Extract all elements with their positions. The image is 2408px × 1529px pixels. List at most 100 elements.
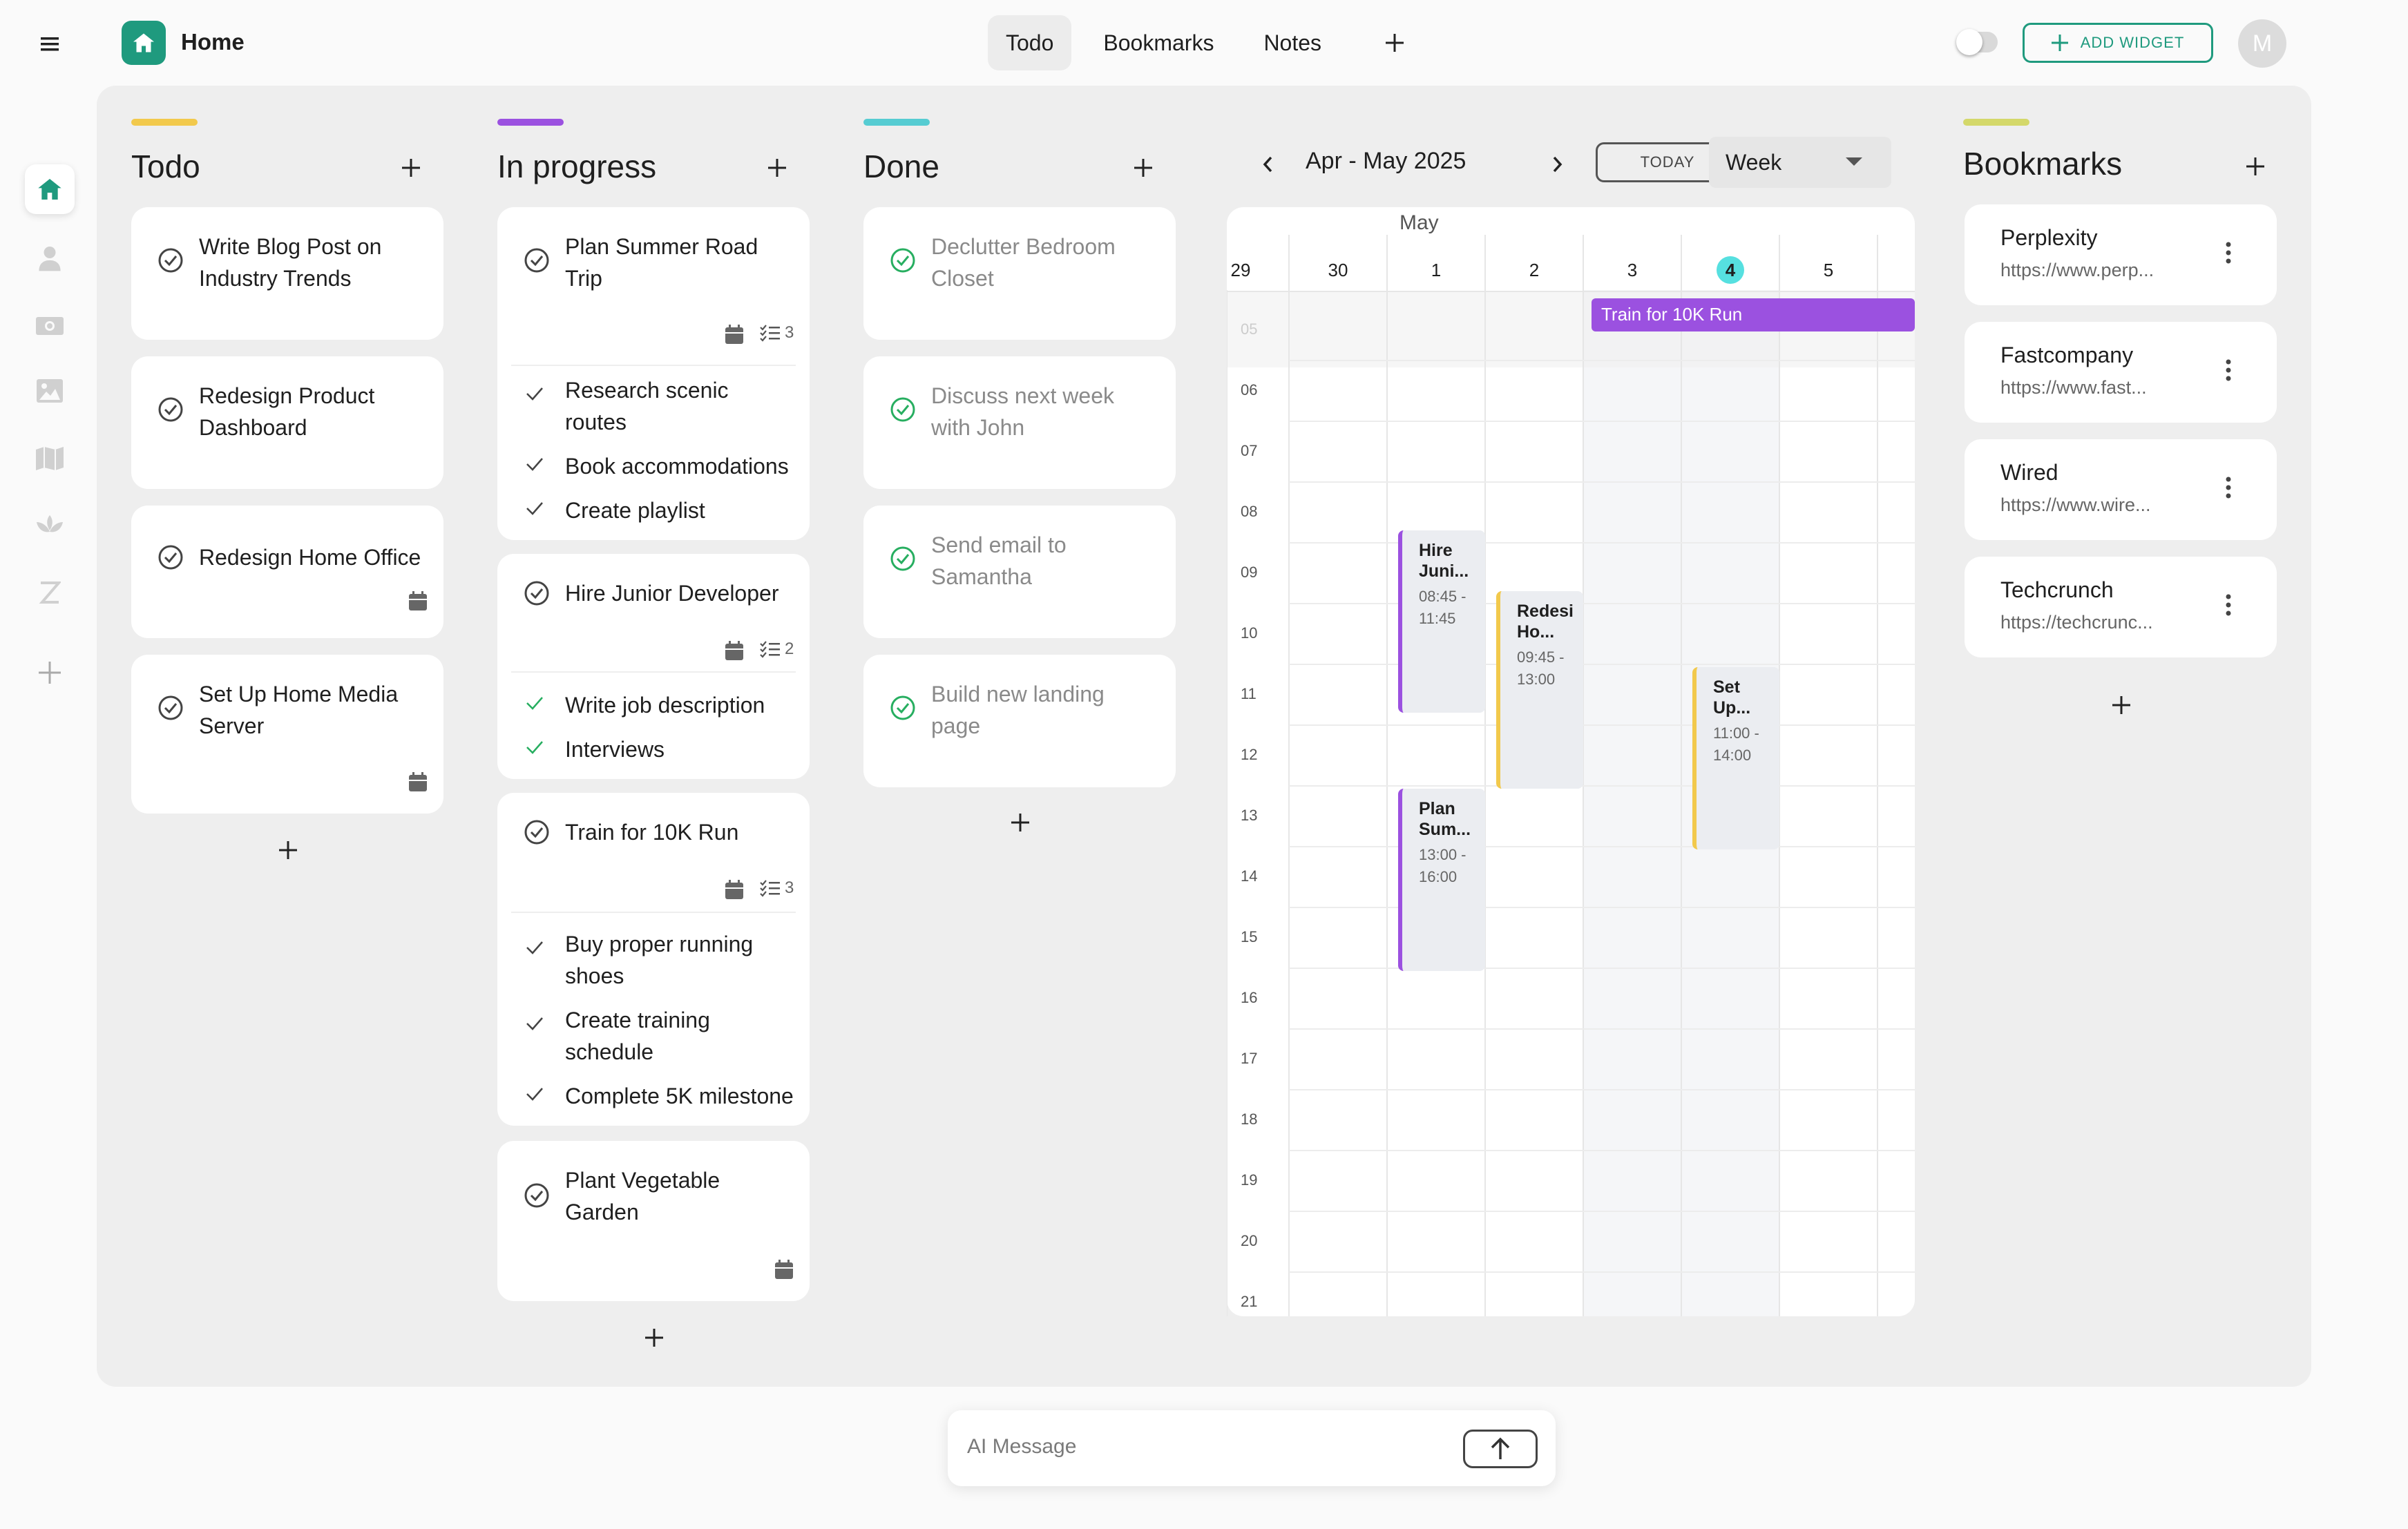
calendar-event[interactable]: Hire Juni... 08:45 - 11:45	[1398, 530, 1485, 713]
todo-add-button[interactable]	[394, 151, 428, 185]
done-card[interactable]: Discuss next week with John	[863, 356, 1176, 489]
plus-icon	[402, 159, 420, 177]
bookmark-url[interactable]: https://techcrunc...	[2000, 612, 2153, 633]
in-progress-card[interactable]: Train for 10K Run 3 Buy proper running sh…	[497, 793, 810, 1126]
sidebar-item-finance[interactable]	[25, 301, 75, 351]
bookmark-url[interactable]: https://www.fast...	[2000, 377, 2147, 398]
calendar-day-number[interactable]: 5	[1779, 260, 1877, 281]
calendar-day-number[interactable]: 2	[1485, 260, 1583, 281]
check-circle-done-icon[interactable]	[890, 546, 916, 572]
bookmarks-add-item-button[interactable]	[2104, 688, 2139, 722]
calendar-event[interactable]: Redesi Ho... 09:45 - 13:00	[1496, 591, 1583, 789]
month-label: May	[1399, 211, 1439, 234]
event-title-line: Juni...	[1419, 561, 1469, 581]
subtask-item[interactable]: Create playlist	[525, 494, 705, 526]
more-vertical-icon[interactable]	[2224, 474, 2233, 501]
sidebar-item-images[interactable]	[25, 366, 75, 416]
sidebar-item-map[interactable]	[25, 434, 75, 483]
more-vertical-icon[interactable]	[2224, 591, 2233, 619]
todo-card[interactable]: Redesign Product Dashboard	[131, 356, 443, 489]
bookmark-url[interactable]: https://www.wire...	[2000, 494, 2151, 516]
sidebar-item-wellness[interactable]	[25, 500, 75, 550]
card-title: Plant Vegetable Garden	[565, 1168, 720, 1224]
bookmark-item[interactable]: Techcrunch https://techcrunc...	[1965, 557, 2277, 657]
view-select[interactable]: Week	[1709, 137, 1891, 188]
bookmark-item[interactable]: Fastcompany https://www.fast...	[1965, 322, 2277, 423]
check-circle-icon[interactable]	[524, 247, 550, 273]
calendar-day-number[interactable]: 29	[1192, 260, 1290, 281]
check-circle-icon[interactable]	[524, 819, 550, 845]
subtask-item[interactable]: Buy proper running shoes	[525, 928, 753, 992]
caret-down-icon	[1846, 157, 1862, 166]
tab-bookmarks[interactable]: Bookmarks	[1085, 15, 1232, 70]
more-vertical-icon[interactable]	[2224, 239, 2233, 267]
todo-card[interactable]: Redesign Home Office	[131, 506, 443, 638]
add-widget-button[interactable]: ADD WIDGET	[2023, 23, 2213, 63]
bookmark-item[interactable]: Wired https://www.wire...	[1965, 439, 2277, 540]
plus-icon	[1134, 159, 1152, 177]
done-card[interactable]: Send email to Samantha	[863, 506, 1176, 638]
calendar-prev-button[interactable]	[1261, 149, 1282, 177]
bookmark-item[interactable]: Perplexity https://www.perp...	[1965, 204, 2277, 305]
check-circle-icon[interactable]	[157, 695, 184, 721]
more-vertical-icon[interactable]	[2224, 356, 2233, 384]
done-card[interactable]: Declutter Bedroom Closet	[863, 207, 1176, 340]
check-circle-done-icon[interactable]	[890, 247, 916, 273]
subtask-item[interactable]: Write job description	[525, 689, 765, 721]
ai-message-input[interactable]: AI Message	[967, 1435, 1076, 1459]
theme-toggle[interactable]	[1956, 29, 1998, 55]
sidebar-item-home[interactable]	[25, 164, 75, 214]
send-button[interactable]	[1463, 1430, 1538, 1468]
done-card[interactable]: Build new landing page	[863, 655, 1176, 787]
check-circle-icon[interactable]	[524, 1182, 550, 1209]
tab-todo[interactable]: Todo	[988, 15, 1072, 70]
event-title-line: Hire	[1419, 541, 1453, 560]
calendar-next-button[interactable]	[1551, 149, 1572, 177]
calendar-day-number[interactable]: 4	[1681, 256, 1779, 284]
lotus-icon	[37, 515, 63, 532]
check-circle-done-icon[interactable]	[890, 695, 916, 721]
all-day-event[interactable]: Train for 10K Run	[1592, 298, 1915, 331]
done-add-button[interactable]	[1126, 151, 1160, 185]
check-circle-icon[interactable]	[524, 580, 550, 606]
in-progress-add-button[interactable]	[760, 151, 794, 185]
calendar-event[interactable]: Set Up... 11:00 - 14:00	[1692, 667, 1779, 849]
in-progress-card[interactable]: Plant Vegetable Garden	[497, 1141, 810, 1301]
check-circle-done-icon[interactable]	[890, 396, 916, 423]
event-time: 09:45 - 13:00	[1517, 646, 1583, 691]
app-logo[interactable]	[122, 21, 166, 65]
avatar[interactable]: M	[2238, 19, 2286, 68]
sidebar-add-button[interactable]	[25, 648, 75, 698]
in-progress-add-card-button[interactable]	[637, 1320, 671, 1355]
bookmark-url[interactable]: https://www.perp...	[2000, 260, 2154, 281]
in-progress-card[interactable]: Plan Summer Road Trip 3 Research scenic ro…	[497, 207, 810, 540]
todo-card[interactable]: Set Up Home Media Server	[131, 655, 443, 814]
calendar-day-number[interactable]: 30	[1289, 260, 1387, 281]
subtask-item[interactable]: Book accommodations	[525, 450, 789, 482]
bookmark-name: Wired	[2000, 460, 2058, 485]
event-time-line: 09:45 -	[1517, 648, 1565, 666]
todo-add-card-button[interactable]	[271, 833, 305, 867]
todo-card[interactable]: Write Blog Post on Industry Trends	[131, 207, 443, 340]
subtask-item[interactable]: Complete 5K milestone	[525, 1080, 794, 1112]
tab-notes[interactable]: Notes	[1245, 15, 1339, 70]
calendar-day-number[interactable]: 3	[1583, 260, 1681, 281]
menu-button[interactable]	[35, 30, 65, 58]
check-circle-icon[interactable]	[157, 544, 184, 570]
done-add-card-button[interactable]	[1003, 805, 1038, 840]
subtask-item[interactable]: Research scenic routes	[525, 374, 729, 438]
subtask-item[interactable]: Create training schedule	[525, 1004, 710, 1068]
ai-message-box[interactable]: AI Message	[948, 1410, 1556, 1486]
bookmarks-add-button[interactable]	[2238, 149, 2273, 184]
in-progress-card[interactable]: Hire Junior Developer 2 Write job descri…	[497, 554, 810, 779]
add-tab-button[interactable]	[1374, 22, 1415, 64]
check-circle-icon[interactable]	[157, 396, 184, 423]
calendar-day-number[interactable]: 1	[1387, 260, 1485, 281]
calendar-event[interactable]: Plan Sum... 13:00 - 16:00	[1398, 789, 1485, 971]
done-column-title: Done	[863, 148, 939, 184]
sidebar-item-z[interactable]	[25, 568, 75, 617]
subtask-item[interactable]: Interviews	[525, 733, 665, 765]
event-time-line: 13:00	[1517, 671, 1556, 688]
check-circle-icon[interactable]	[157, 247, 184, 273]
sidebar-item-people[interactable]	[25, 233, 75, 283]
